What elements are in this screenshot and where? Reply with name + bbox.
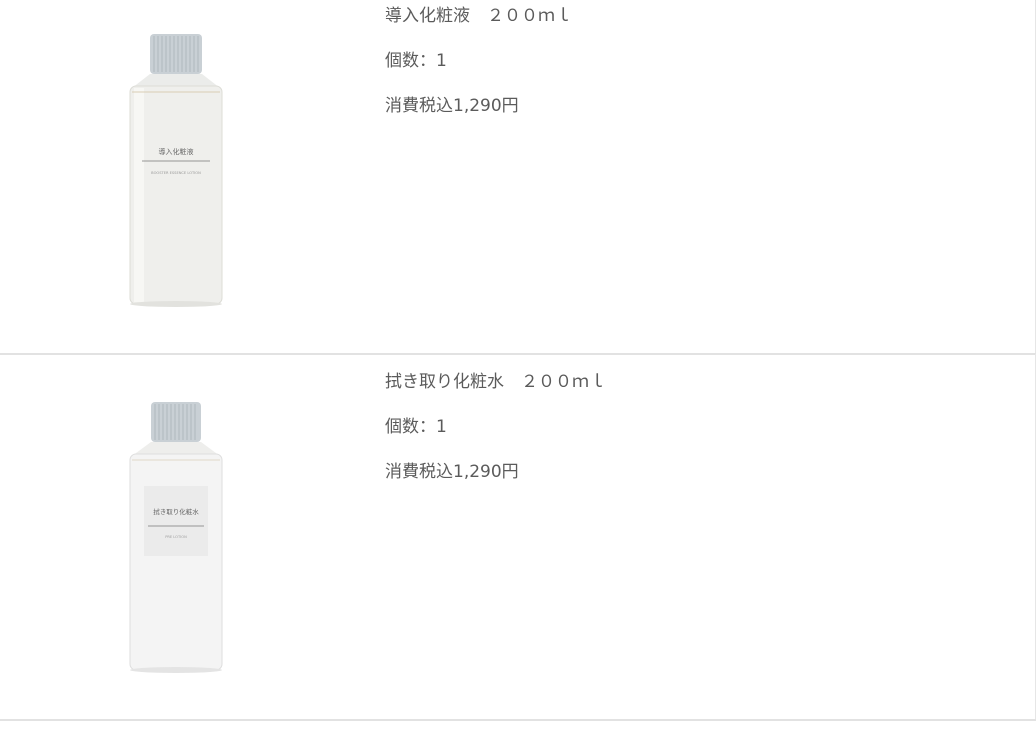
cart-item: 導入化粧液 BOOSTER ESSENCE LOTION 導入化粧液 ２００ｍｌ… (0, 0, 1036, 353)
quantity-text: 個数：1 (385, 417, 447, 437)
price-text: 消費税込1,290円 (385, 96, 519, 116)
product-name[interactable]: 拭き取り化粧水 ２００ｍｌ (385, 372, 606, 392)
cart-item: 拭き取り化粧水 PRE LOTION 拭き取り化粧水 ２００ｍｌ 個数：1 消費… (0, 354, 1036, 719)
bottle-label-jp: 導入化粧液 (159, 147, 194, 156)
bottle-label-en: BOOSTER ESSENCE LOTION (151, 171, 201, 175)
bottle-label-jp: 拭き取り化粧水 (153, 507, 199, 516)
pre-lotion-bottle-icon[interactable]: 拭き取り化粧水 PRE LOTION (120, 398, 232, 678)
product-name[interactable]: 導入化粧液 ２００ｍｌ (385, 6, 572, 26)
price-text: 消費税込1,290円 (385, 462, 519, 482)
quantity-text: 個数：1 (385, 51, 447, 71)
booster-lotion-bottle-icon[interactable]: 導入化粧液 BOOSTER ESSENCE LOTION (120, 32, 232, 312)
bottle-label-en: PRE LOTION (165, 535, 187, 539)
item-divider (0, 719, 1036, 721)
